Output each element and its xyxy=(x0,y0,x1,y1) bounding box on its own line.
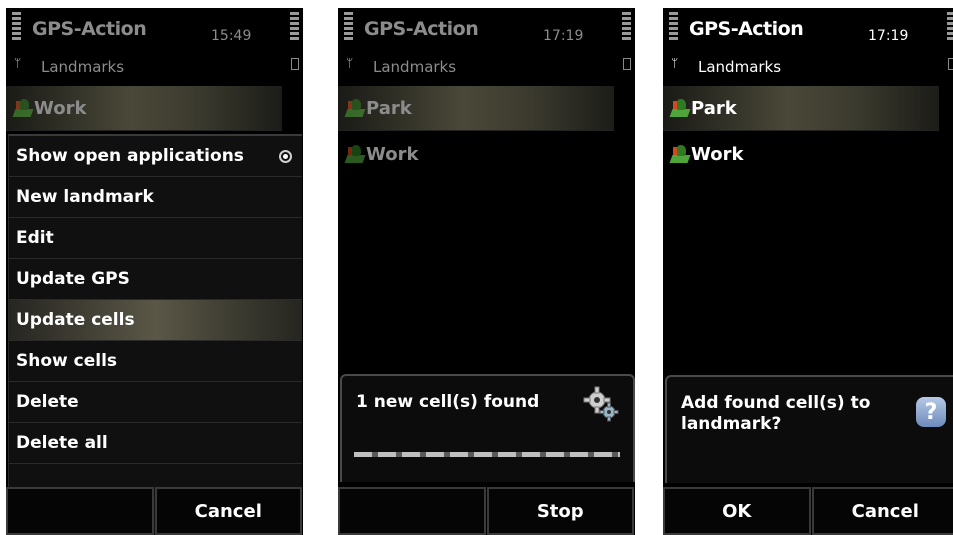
list-item-label: Work xyxy=(366,143,419,165)
antenna-icon: ᛘ xyxy=(14,56,22,70)
phone-screen-progress: ᛘ GPS-Action 17:19 Landmarks Park Work 1… xyxy=(338,8,635,535)
battery-level-icon xyxy=(290,12,299,46)
battery-icon xyxy=(948,58,953,70)
antenna-icon: ᛘ xyxy=(346,56,354,70)
progress-bar xyxy=(354,452,620,457)
menu-item-show-cells[interactable]: Show cells xyxy=(9,341,302,382)
menu-item-update-cells[interactable]: Update cells xyxy=(9,300,302,341)
softkey-bar: OK Cancel xyxy=(663,487,953,535)
progress-dialog: 1 new cell(s) found xyxy=(340,374,635,482)
landmark-icon xyxy=(669,99,691,117)
softkey-bar: Cancel xyxy=(6,487,303,535)
landmark-icon xyxy=(669,145,691,163)
landmark-icon xyxy=(344,145,366,163)
cancel-button[interactable]: Cancel xyxy=(154,487,302,535)
menu-item-label: Update cells xyxy=(16,310,135,330)
menu-item-label: Edit xyxy=(16,228,54,248)
view-title: Landmarks xyxy=(373,58,457,76)
landmark-icon xyxy=(344,99,366,117)
list-item-label: Work xyxy=(34,97,87,119)
softkey-bar: Stop xyxy=(338,487,635,535)
signal-strength-icon xyxy=(344,12,353,46)
list-item-label: Park xyxy=(691,97,737,119)
clock: 17:19 xyxy=(868,28,909,44)
stop-button[interactable]: Stop xyxy=(486,487,634,535)
view-title: Landmarks xyxy=(41,58,125,76)
list-item-work[interactable]: Work xyxy=(6,86,282,131)
cancel-button[interactable]: Cancel xyxy=(811,487,953,535)
menu-item-label: Delete all xyxy=(16,433,108,453)
menu-item-label: Show open applications xyxy=(16,146,244,166)
clock: 15:49 xyxy=(211,28,252,44)
options-menu: Show open applications New landmark Edit… xyxy=(8,134,302,535)
signal-strength-icon xyxy=(12,12,21,46)
dialog-message: 1 new cell(s) found xyxy=(356,392,540,412)
list-item-label: Work xyxy=(691,143,744,165)
antenna-icon: ᛘ xyxy=(671,56,679,70)
ok-button[interactable]: OK xyxy=(663,487,811,535)
menu-item-update-gps[interactable]: Update GPS xyxy=(9,259,302,300)
app-title: GPS-Action xyxy=(364,18,479,40)
phone-screen-menu: ᛘ GPS-Action 15:49 Landmarks Work Show o… xyxy=(6,8,303,535)
list-item-work[interactable]: Work xyxy=(663,132,939,176)
menu-item-label: Delete xyxy=(16,392,79,412)
confirm-dialog: Add found cell(s) to landmark? ? xyxy=(665,375,953,483)
app-title: GPS-Action xyxy=(689,18,804,40)
phone-screen-confirm: ᛘ GPS-Action 17:19 Landmarks Park Work A… xyxy=(663,8,953,535)
menu-item-label: Show cells xyxy=(16,351,118,371)
menu-item-new-landmark[interactable]: New landmark xyxy=(9,177,302,218)
battery-level-icon xyxy=(622,12,631,46)
menu-item-label: Update GPS xyxy=(16,269,130,289)
list-item-work[interactable]: Work xyxy=(338,132,614,176)
battery-level-icon xyxy=(947,12,953,46)
left-softkey[interactable] xyxy=(338,487,486,535)
dialog-message: Add found cell(s) to landmark? xyxy=(681,393,871,434)
menu-item-label: New landmark xyxy=(16,187,154,207)
list-item-park[interactable]: Park xyxy=(663,86,939,131)
menu-item-edit[interactable]: Edit xyxy=(9,218,302,259)
radio-indicator-icon xyxy=(279,149,292,163)
list-item-label: Park xyxy=(366,97,412,119)
menu-item-show-open-applications[interactable]: Show open applications xyxy=(9,136,302,177)
battery-icon xyxy=(623,58,631,70)
gear-icon xyxy=(583,386,619,422)
signal-strength-icon xyxy=(669,12,678,46)
help-icon: ? xyxy=(916,397,946,427)
menu-item-delete[interactable]: Delete xyxy=(9,382,302,423)
app-title: GPS-Action xyxy=(32,18,147,40)
view-title: Landmarks xyxy=(698,58,782,76)
list-item-park[interactable]: Park xyxy=(338,86,614,131)
menu-item-delete-all[interactable]: Delete all xyxy=(9,423,302,464)
landmark-icon xyxy=(12,99,34,117)
left-softkey[interactable] xyxy=(6,487,154,535)
battery-icon xyxy=(291,58,299,70)
clock: 17:19 xyxy=(543,28,584,44)
